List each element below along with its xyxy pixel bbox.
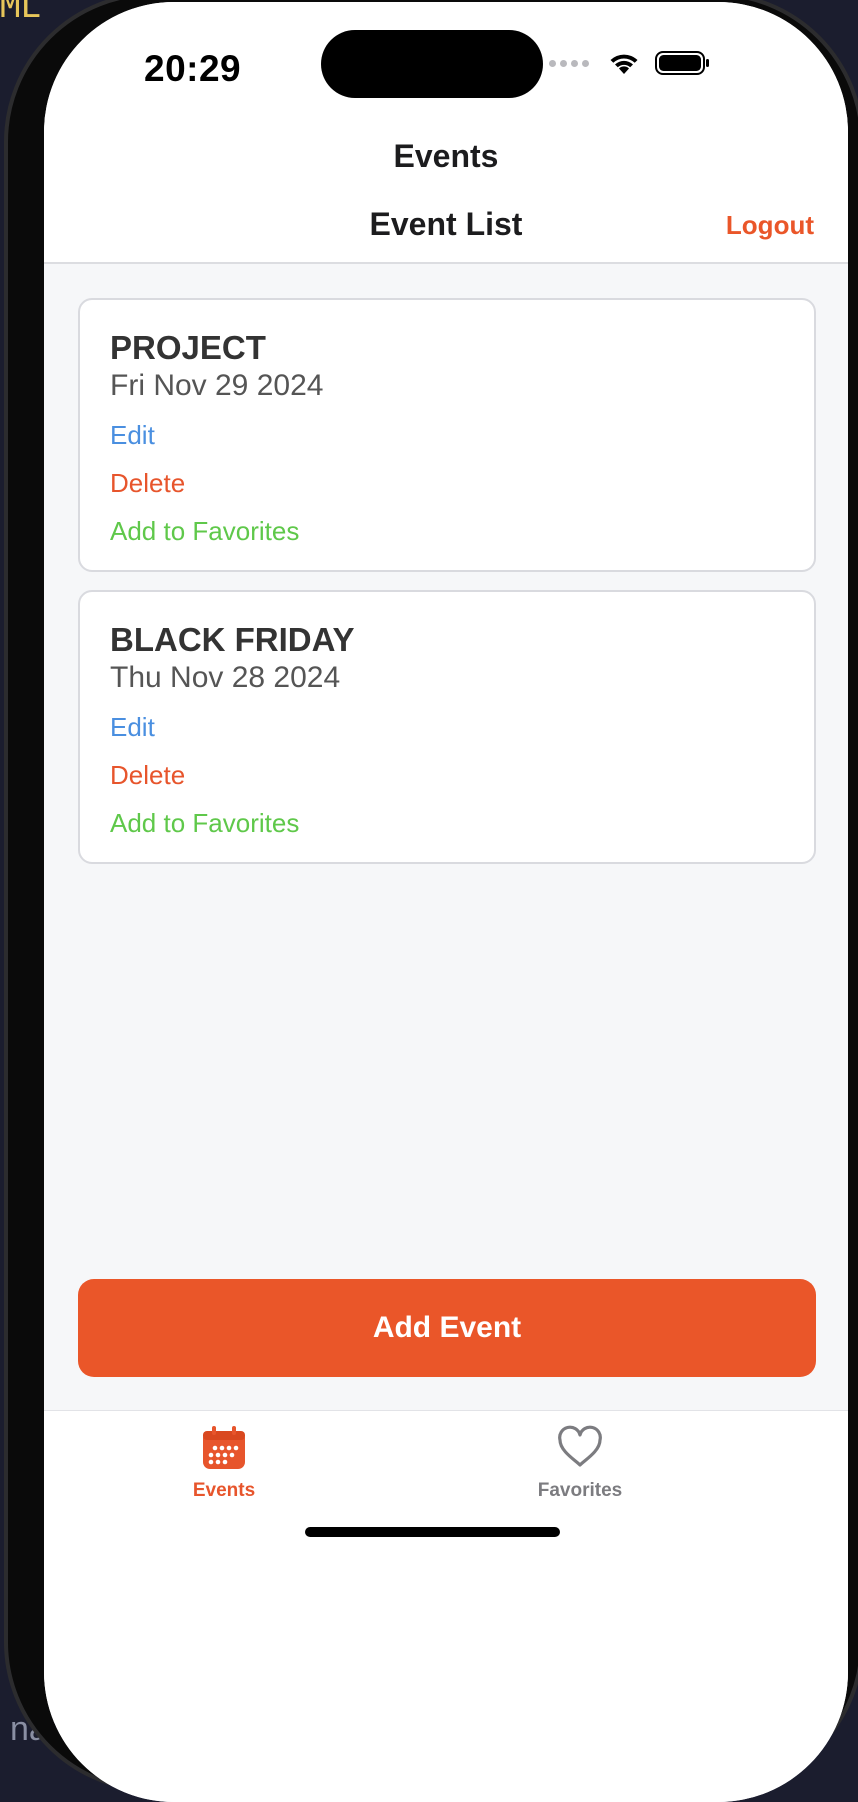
event-card: PROJECT Fri Nov 29 2024 Edit Delete Add …: [78, 298, 816, 572]
tab-favorites[interactable]: Favorites: [480, 1425, 680, 1502]
tab-events[interactable]: Events: [124, 1425, 324, 1502]
add-to-favorites-button[interactable]: Add to Favorites: [110, 516, 784, 546]
phone-frame: 20:29 Events Event List Logout PROJECT F…: [4, 0, 858, 1802]
wifi-icon: [610, 54, 638, 74]
tab-label-favorites: Favorites: [537, 1480, 623, 1501]
logout-button[interactable]: Logout: [726, 210, 814, 241]
add-event-button[interactable]: Add Event: [78, 1279, 816, 1377]
status-time: 20:29: [144, 48, 242, 89]
add-to-favorites-button[interactable]: Add to Favorites: [110, 808, 784, 838]
dynamic-island: [321, 30, 543, 98]
delete-event-button[interactable]: Delete: [110, 468, 784, 498]
edit-event-button[interactable]: Edit: [110, 712, 784, 742]
calendar-icon: [203, 1426, 245, 1469]
event-list: PROJECT Fri Nov 29 2024 Edit Delete Add …: [78, 298, 816, 882]
status-icons: [549, 50, 711, 76]
navigation-bar: Events: [44, 132, 848, 192]
tab-label-events: Events: [192, 1480, 256, 1501]
heart-icon: [558, 1425, 602, 1467]
page-header: Event List Logout: [44, 192, 848, 264]
event-date: Thu Nov 28 2024: [110, 661, 341, 694]
nav-title: Events: [393, 138, 499, 174]
background-editor-text: ML: [0, 0, 41, 26]
delete-event-button[interactable]: Delete: [110, 760, 784, 790]
cellular-signal-icon: [549, 59, 589, 67]
event-card: BLACK FRIDAY Thu Nov 28 2024 Edit Delete…: [78, 590, 816, 864]
event-title: PROJECT: [110, 329, 266, 366]
status-bar: 20:29: [44, 2, 848, 132]
event-title: BLACK FRIDAY: [110, 621, 355, 658]
battery-icon: [655, 51, 709, 75]
home-indicator: [305, 1527, 560, 1537]
phone-screen: 20:29 Events Event List Logout PROJECT F…: [44, 2, 848, 1802]
event-date: Fri Nov 29 2024: [110, 369, 324, 402]
edit-event-button[interactable]: Edit: [110, 420, 784, 450]
tab-bar: Events Favorites: [44, 1410, 848, 1802]
